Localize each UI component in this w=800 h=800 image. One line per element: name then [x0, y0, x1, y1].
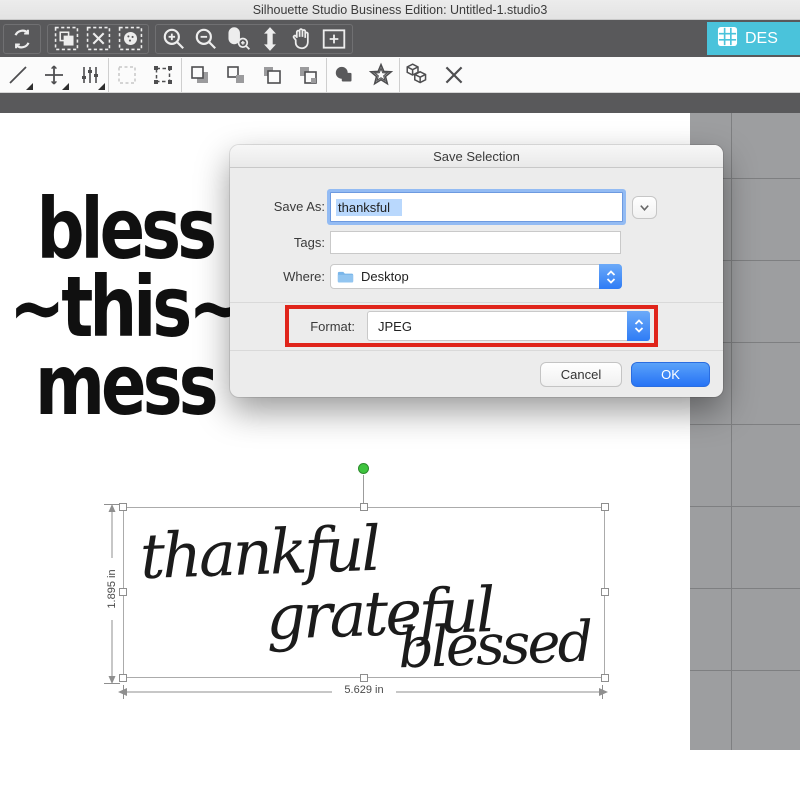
adjust-tool-icon[interactable] — [72, 57, 108, 93]
delete-selection-icon[interactable] — [83, 25, 113, 53]
save-selection-dialog: Save Selection Save As: thanksful Tags: … — [230, 145, 723, 397]
zoom-in-icon[interactable] — [159, 25, 189, 53]
star-shape-icon[interactable] — [363, 57, 399, 93]
send-backward-icon[interactable] — [218, 57, 254, 93]
rotate-view-icon[interactable] — [7, 25, 37, 53]
tab-design[interactable]: DES — [707, 22, 800, 55]
copy-selection-icon[interactable] — [51, 25, 81, 53]
tags-label: Tags: — [250, 235, 325, 250]
delete-icon[interactable] — [436, 57, 472, 93]
window-title: Silhouette Studio Business Edition: Unti… — [253, 3, 548, 17]
save-as-label: Save As: — [250, 199, 325, 214]
height-dimension-label: 1.895 in — [106, 558, 118, 620]
hand-pan-icon[interactable] — [287, 25, 317, 53]
dialog-titlebar: Save Selection — [230, 145, 723, 168]
where-value: Desktop — [361, 269, 409, 284]
send-to-back-icon[interactable] — [290, 57, 326, 93]
move-tool-icon[interactable] — [36, 57, 72, 93]
fit-to-window-icon[interactable] — [319, 25, 349, 53]
artwork-bless-this-mess[interactable]: bless ~this~ mess — [8, 190, 242, 424]
where-stepper-icon[interactable] — [599, 264, 622, 289]
selection-handle-s[interactable] — [360, 674, 368, 682]
selection-bounding-box[interactable] — [123, 507, 605, 678]
bring-to-front-icon[interactable] — [182, 57, 218, 93]
bring-forward-icon[interactable] — [254, 57, 290, 93]
drag-zoom-icon[interactable] — [223, 25, 253, 53]
width-dimension-label: 5.629 in — [332, 684, 396, 696]
line-tool-icon[interactable] — [0, 57, 36, 93]
secondary-toolbar — [0, 57, 800, 93]
app-window: Silhouette Studio Business Edition: Unti… — [0, 0, 800, 800]
save-as-value: thanksful — [336, 199, 402, 216]
selection-handle-ne[interactable] — [601, 503, 609, 511]
where-dropdown[interactable]: Desktop — [330, 264, 622, 289]
vertical-pan-icon[interactable] — [255, 25, 285, 53]
dialog-title: Save Selection — [433, 149, 520, 164]
design-tab-label: DES — [745, 30, 778, 48]
selection-handle-se[interactable] — [601, 674, 609, 682]
format-dropdown[interactable]: JPEG — [367, 311, 650, 341]
dialog-separator — [230, 302, 723, 303]
flyout-arrow — [26, 83, 33, 90]
format-label: Format: — [295, 319, 355, 334]
flyout-arrow — [62, 83, 69, 90]
design-grid-icon — [717, 26, 738, 52]
cancel-button[interactable]: Cancel — [540, 362, 622, 387]
weld-shapes-icon[interactable] — [327, 57, 363, 93]
zoom-out-icon[interactable] — [191, 25, 221, 53]
selection-handle-e[interactable] — [601, 588, 609, 596]
transform-box-icon[interactable] — [145, 57, 181, 93]
save-as-input[interactable]: thanksful — [330, 192, 623, 222]
rotation-handle[interactable] — [358, 463, 369, 474]
ok-button[interactable]: OK — [631, 362, 710, 387]
fill-selection-icon[interactable] — [115, 25, 145, 53]
where-label: Where: — [250, 269, 325, 284]
toolbar-group-selection-ops — [47, 24, 149, 54]
artwork-line: ~this~ — [8, 268, 242, 346]
artwork-line: bless — [8, 190, 242, 268]
window-titlebar: Silhouette Studio Business Edition: Unti… — [0, 0, 800, 20]
dropdown-chevron-icon — [638, 201, 651, 214]
3d-objects-icon[interactable] — [400, 57, 436, 93]
expand-dialog-button[interactable] — [632, 196, 657, 219]
toolbar-group-zoom — [155, 24, 353, 54]
main-toolbar: DES — [0, 20, 800, 57]
folder-icon — [337, 270, 354, 284]
dialog-separator — [230, 350, 723, 351]
canvas-top-border — [0, 93, 800, 113]
selection-handle-n[interactable] — [360, 503, 368, 511]
flyout-arrow — [98, 83, 105, 90]
format-stepper-icon[interactable] — [627, 311, 650, 341]
toolbar-group-rotate — [3, 24, 41, 54]
format-value: JPEG — [378, 319, 412, 334]
tags-input[interactable] — [330, 231, 621, 254]
artwork-line: mess — [8, 346, 242, 424]
selection-box-icon[interactable] — [109, 57, 145, 93]
